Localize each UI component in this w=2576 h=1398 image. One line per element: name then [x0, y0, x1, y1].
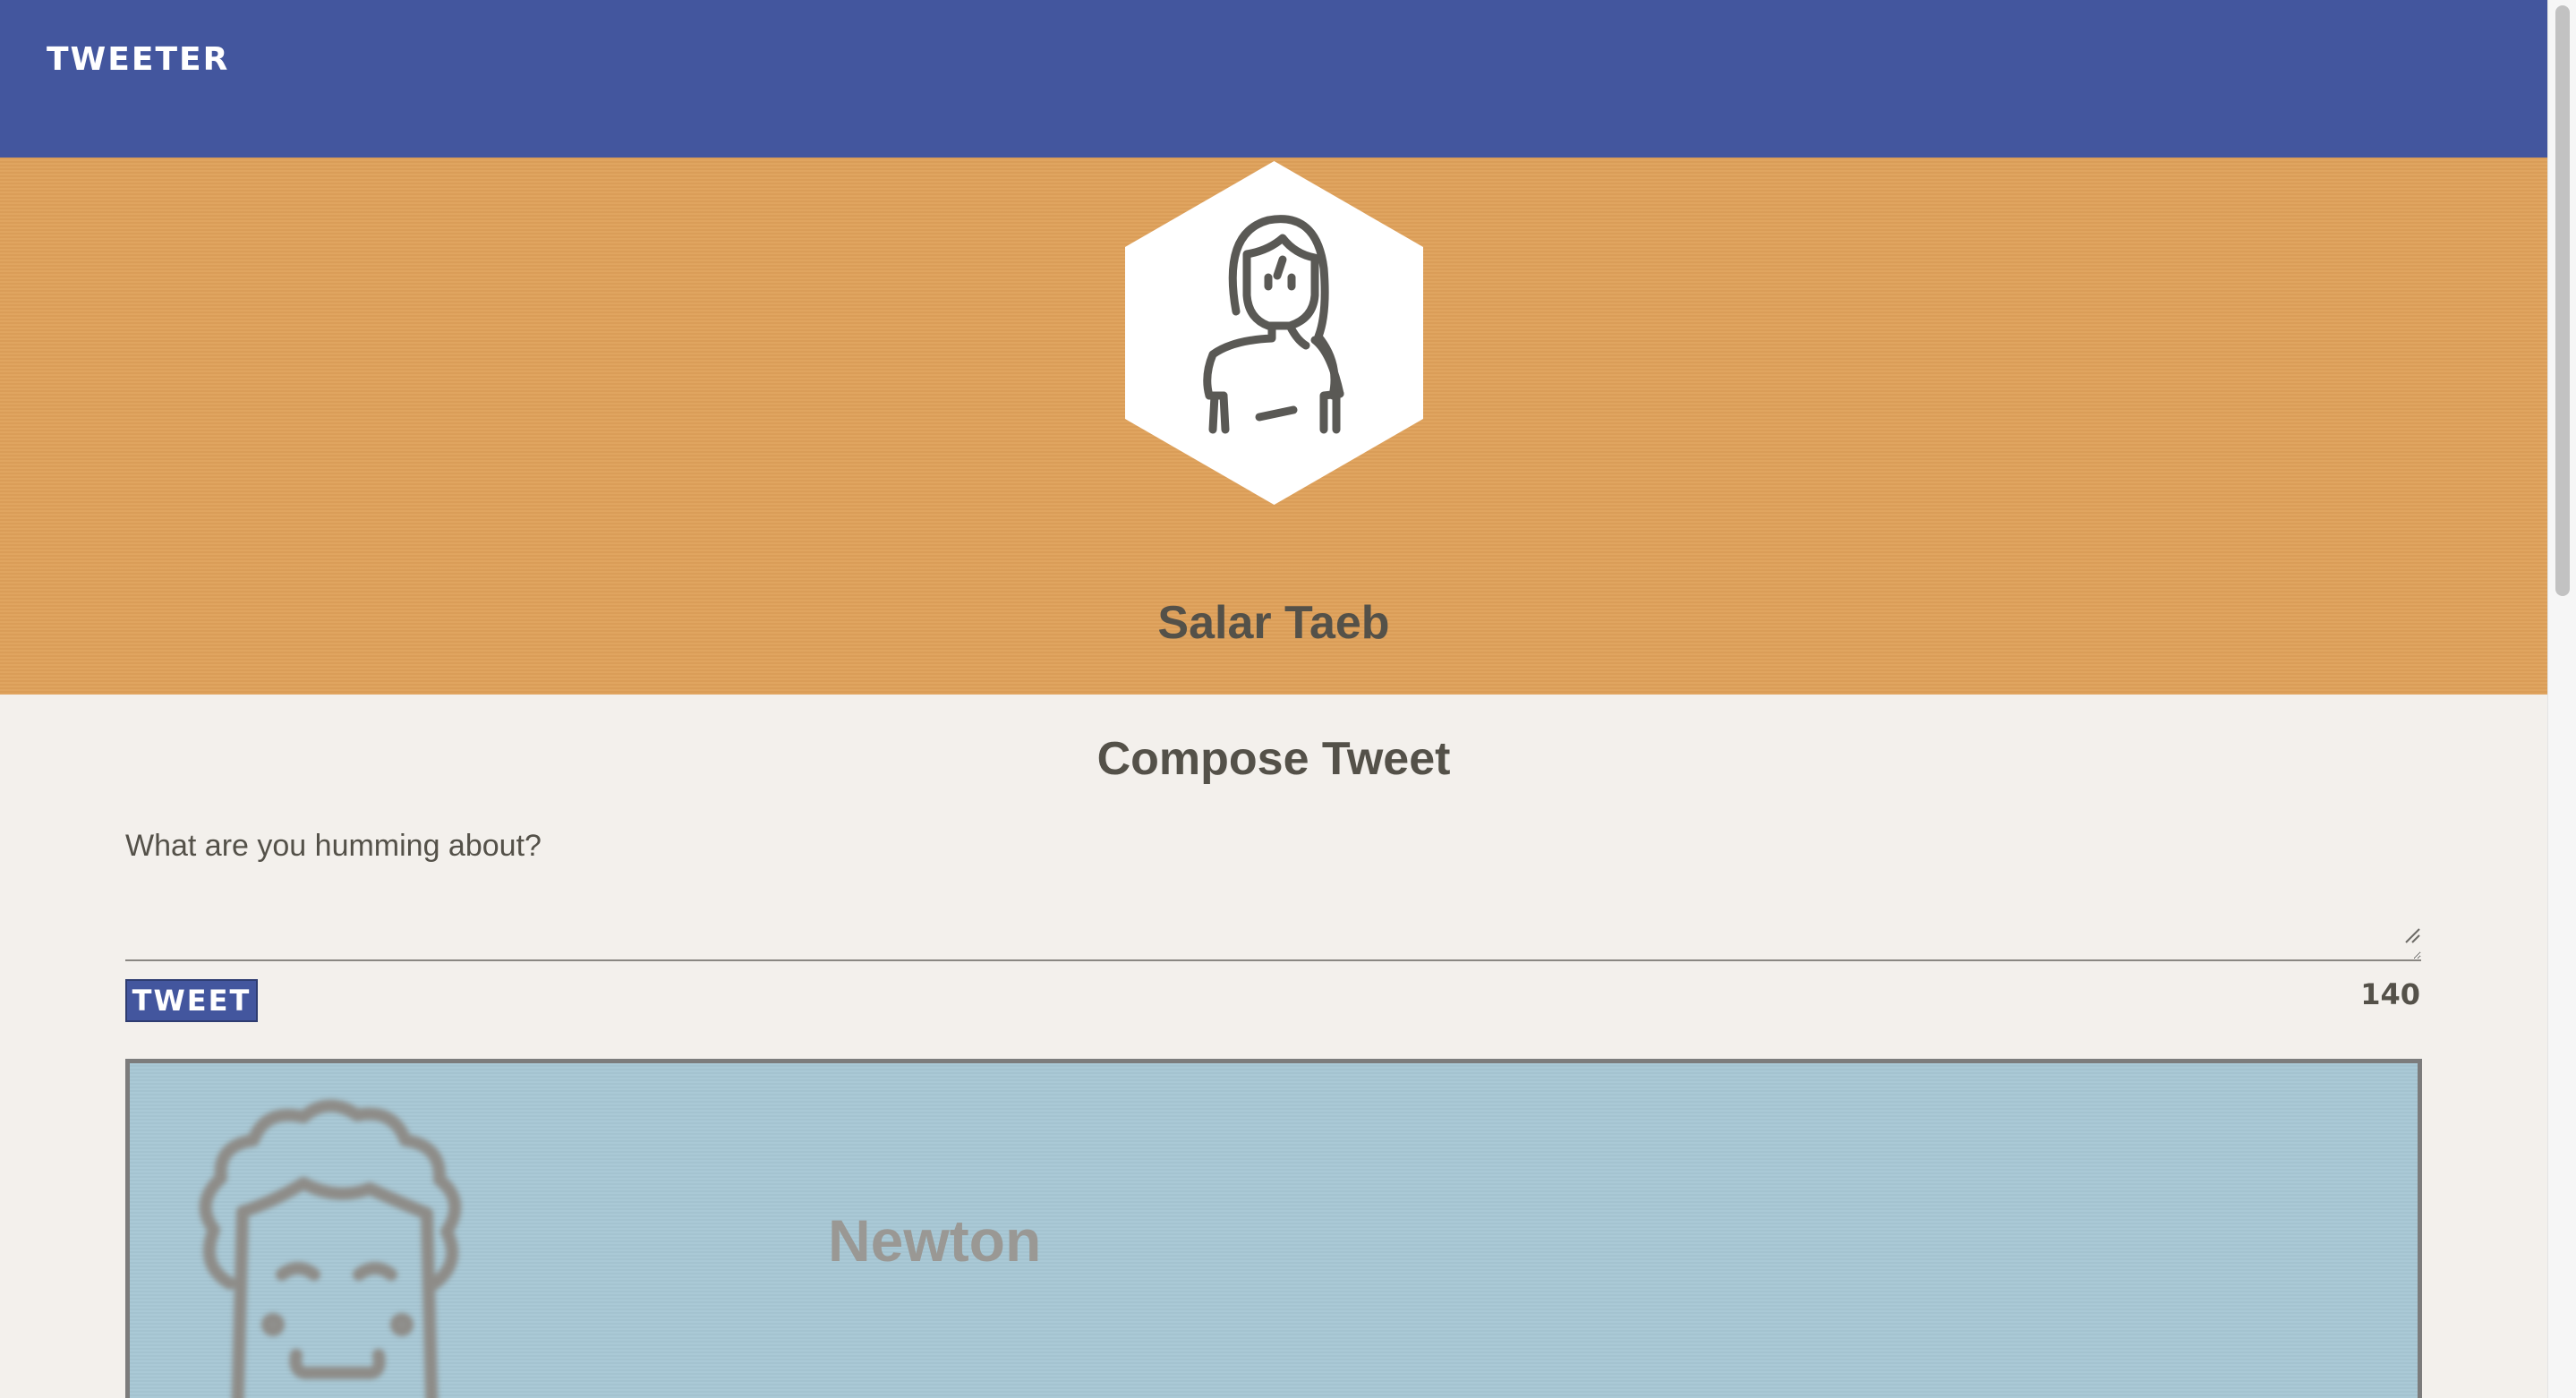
- tweet-button[interactable]: TWEET: [125, 979, 258, 1022]
- character-counter: 140: [2360, 977, 2420, 1011]
- brand-logo[interactable]: TWEETER: [47, 41, 229, 78]
- main-content: TWEETER Salar Taeb Compose Tweet What ar…: [0, 0, 2547, 1398]
- vertical-scrollbar[interactable]: [2547, 0, 2576, 1398]
- profile-header: Salar Taeb: [0, 158, 2547, 695]
- tweet-card: Newton: [125, 1059, 2422, 1398]
- page: TWEETER Salar Taeb Compose Tweet What ar…: [0, 0, 2576, 1398]
- tweet-author-name: Newton: [828, 1207, 1042, 1274]
- tweet-textarea[interactable]: [125, 823, 2421, 961]
- compose-title: Compose Tweet: [1096, 733, 1451, 785]
- top-navbar: TWEETER: [0, 0, 2547, 158]
- profile-avatar: [1125, 161, 1423, 505]
- profile-name: Salar Taeb: [1157, 597, 1390, 649]
- resize-grip-icon[interactable]: [2404, 927, 2420, 943]
- scrollbar-thumb[interactable]: [2555, 5, 2570, 596]
- curly-hair-man-avatar-icon: [199, 1099, 462, 1398]
